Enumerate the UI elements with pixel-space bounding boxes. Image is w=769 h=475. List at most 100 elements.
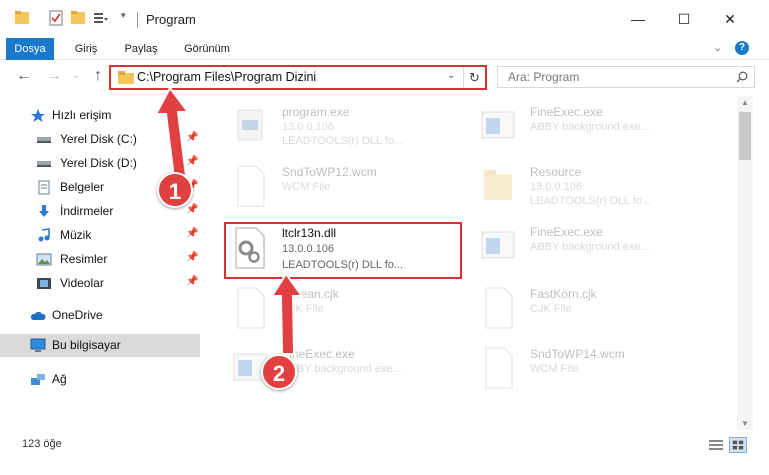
scrollbar-thumb[interactable] <box>739 112 751 160</box>
file-type: WCM File <box>530 363 579 375</box>
file-description: ABBY background exe... <box>282 363 402 375</box>
new-folder-icon[interactable] <box>70 9 86 27</box>
tab-view[interactable]: Görünüm <box>176 38 238 60</box>
folder-icon <box>118 71 134 84</box>
file-name: SndToWP14.wcm <box>530 347 625 361</box>
sidebar-item-label: Müzik <box>60 228 92 242</box>
list-item[interactable]: SndToWP14.wcm WCM File <box>470 343 710 403</box>
title-bar: ▾ Program — ☐ ✕ <box>0 0 769 38</box>
folder-icon <box>15 11 29 24</box>
help-button[interactable]: ? <box>735 41 749 55</box>
navigation-bar: ← → ⌄ ↑ C:\Program Files\Program Dizini … <box>0 60 769 94</box>
file-name: FineExec.exe <box>530 105 603 119</box>
pin-icon[interactable]: 📌 <box>186 276 198 287</box>
folder-icon <box>484 170 512 200</box>
vertical-scrollbar[interactable]: ▲ ▼ <box>737 96 753 430</box>
sidebar-item-onedrive[interactable]: OneDrive <box>0 304 200 327</box>
sidebar-item-network[interactable]: Ağ <box>0 368 200 391</box>
tab-file[interactable]: Dosya <box>6 38 54 60</box>
list-item[interactable]: FineExec.exe ABBY background exe... <box>470 221 710 281</box>
file-name: FineExec.exe <box>530 225 603 239</box>
sidebar-item-videos[interactable]: Videolar 📌 <box>0 272 200 295</box>
pin-icon[interactable]: 📌 <box>186 228 198 239</box>
sidebar-item-label: Hızlı erişim <box>52 108 112 122</box>
search-input[interactable]: Ara: Program <box>497 66 755 88</box>
back-button[interactable]: ← <box>14 66 34 86</box>
list-item-dll[interactable]: ltclr13n.dll 13.0.0.106 LEADTOOLS(r) DLL… <box>222 223 462 283</box>
recent-locations-icon[interactable]: ⌄ <box>66 66 86 86</box>
file-description: ABBY background exe... <box>530 241 650 253</box>
dll-file-icon <box>235 227 265 269</box>
application-icon <box>481 231 515 259</box>
minimize-button[interactable]: — <box>615 0 661 38</box>
list-item[interactable]: Resource 13.0.0.106 LEADTOOLS(r) DLL fo.… <box>470 161 710 221</box>
sidebar-item-label: Belgeler <box>60 180 105 194</box>
file-icon <box>237 165 265 207</box>
arrow-1-icon <box>154 86 190 180</box>
sidebar-item-label: Yerel Disk (C:) <box>60 132 137 146</box>
sidebar-item-pictures[interactable]: Resimler 📌 <box>0 248 200 271</box>
pictures-icon <box>36 253 52 266</box>
details-view-icon[interactable] <box>707 437 725 453</box>
pin-icon[interactable]: 📌 <box>186 204 198 215</box>
status-bar: 123 öğe <box>0 432 769 475</box>
music-icon <box>38 228 50 242</box>
tab-home[interactable]: Giriş <box>66 38 106 60</box>
step-badge-2: 2 <box>261 354 297 390</box>
file-version: 13.0.0.106 <box>530 181 582 193</box>
window-title: Program <box>146 12 196 27</box>
sidebar-item-label: Videolar <box>60 276 104 290</box>
drive-icon <box>37 161 51 167</box>
up-button[interactable]: ↑ <box>88 66 108 86</box>
divider <box>137 12 138 28</box>
sidebar-item-label: Yerel Disk (D:) <box>60 156 137 170</box>
sidebar-item-this-pc[interactable]: Bu bilgisayar <box>0 334 200 357</box>
maximize-button[interactable]: ☐ <box>661 0 707 38</box>
star-icon <box>31 109 45 122</box>
sidebar-item-label: Resimler <box>60 252 108 266</box>
file-name: program.exe <box>282 105 350 119</box>
pin-icon[interactable]: 📌 <box>186 252 198 263</box>
file-description: LEADTOOLS(r) DLL fo... <box>530 195 652 207</box>
list-item[interactable]: FineExec.exe ABBY background exe... <box>222 343 462 403</box>
video-icon <box>37 278 51 289</box>
file-name: ltclr13n.dll <box>282 226 337 240</box>
list-item[interactable]: FineExec.exe ABBY background exe... <box>470 101 710 161</box>
cloud-icon <box>30 311 46 320</box>
tab-share[interactable]: Paylaş <box>118 38 164 60</box>
list-item[interactable]: Korean.cjk CJK File <box>222 283 462 343</box>
file-name: SndToWP12.wcm <box>282 165 377 179</box>
application-icon <box>481 111 515 139</box>
file-name: Resource <box>530 165 582 179</box>
sidebar-item-music[interactable]: Müzik 📌 <box>0 224 200 247</box>
sidebar-item-label: Bu bilgisayar <box>52 338 121 352</box>
sidebar-item-label: OneDrive <box>52 308 103 322</box>
expand-ribbon-icon[interactable]: ⌄ <box>713 41 722 54</box>
arrow-2-icon <box>270 272 304 355</box>
documents-icon <box>38 180 50 195</box>
address-dropdown-icon[interactable]: ⌄ <box>447 70 455 81</box>
close-button[interactable]: ✕ <box>707 0 753 38</box>
sidebar-item-label: Ağ <box>52 372 67 386</box>
file-type: CJK File <box>530 303 572 315</box>
file-type: WCM File <box>282 181 331 193</box>
list-item[interactable]: program.exe 13.0.0.106 LEADTOOLS(r) DLL … <box>222 101 462 161</box>
properties-icon[interactable] <box>48 9 64 27</box>
list-item[interactable]: SndToWP12.wcm WCM File <box>222 161 462 221</box>
customize-toolbar-icon[interactable] <box>92 9 108 27</box>
computer-icon <box>30 338 46 352</box>
file-description: ABBY background exe... <box>530 121 650 133</box>
scroll-down-icon[interactable]: ▼ <box>737 419 753 428</box>
refresh-button[interactable]: ↻ <box>463 67 485 88</box>
list-item[interactable]: FastKorn.cjk CJK File <box>470 283 710 343</box>
address-path[interactable]: C:\Program Files\Program Dizini <box>137 70 316 84</box>
scroll-up-icon[interactable]: ▲ <box>737 98 753 107</box>
large-icons-view-icon[interactable] <box>729 437 747 453</box>
forward-button[interactable]: → <box>44 66 64 86</box>
chevron-down-icon[interactable]: ▾ <box>121 10 126 21</box>
network-icon <box>31 374 45 385</box>
file-description: LEADTOOLS(r) DLL fo... <box>282 135 404 147</box>
file-version: 13.0.0.106 <box>282 121 334 133</box>
file-icon <box>485 347 513 389</box>
file-icon <box>237 287 265 329</box>
